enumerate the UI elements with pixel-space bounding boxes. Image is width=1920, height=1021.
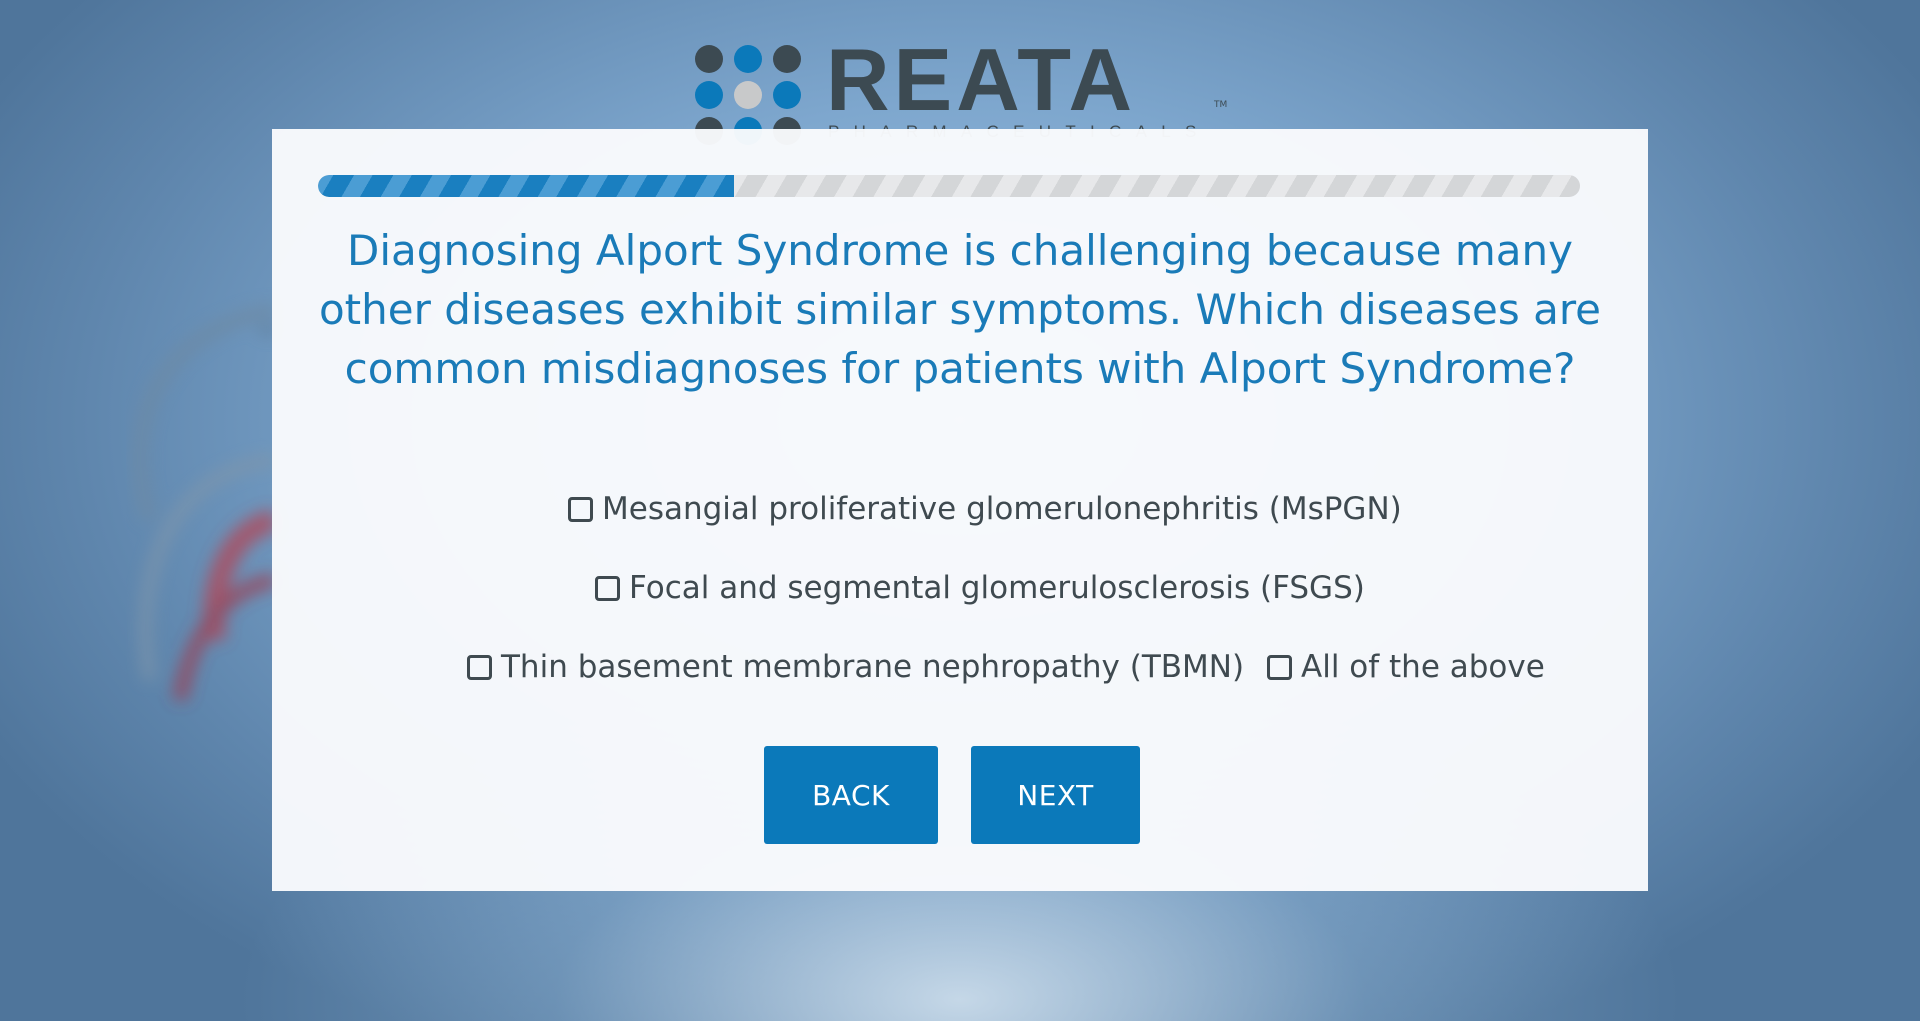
option-mspgn[interactable]: Mesangial proliferative glomerulonephrit… xyxy=(568,491,1402,527)
checkbox[interactable] xyxy=(1267,654,1292,680)
option-label: All of the above xyxy=(1301,649,1545,685)
back-button[interactable]: BACK xyxy=(764,746,938,844)
option-label: Thin basement membrane nephropathy (TBMN… xyxy=(501,649,1245,685)
logo-wordmark: REATA xyxy=(826,30,1137,129)
option-fsgs[interactable]: Focal and segmental glomerulosclerosis (… xyxy=(595,570,1365,606)
next-button[interactable]: NEXT xyxy=(971,746,1140,844)
option-label: Focal and segmental glomerulosclerosis (… xyxy=(629,570,1365,606)
logo-trademark: TM xyxy=(1214,100,1228,110)
quiz-card: Diagnosing Alport Syndrome is challengin… xyxy=(272,129,1648,891)
option-tbmn[interactable]: Thin basement membrane nephropathy (TBMN… xyxy=(467,649,1244,685)
progress-bar xyxy=(318,175,1580,197)
progress-bar-fill xyxy=(318,175,735,197)
option-all-of-the-above[interactable]: All of the above xyxy=(1267,649,1545,685)
checkbox[interactable] xyxy=(568,496,593,522)
question-text: Diagnosing Alport Syndrome is challengin… xyxy=(318,226,1602,393)
checkbox[interactable] xyxy=(467,654,492,680)
option-label: Mesangial proliferative glomerulonephrit… xyxy=(602,491,1402,527)
checkbox[interactable] xyxy=(595,575,620,601)
